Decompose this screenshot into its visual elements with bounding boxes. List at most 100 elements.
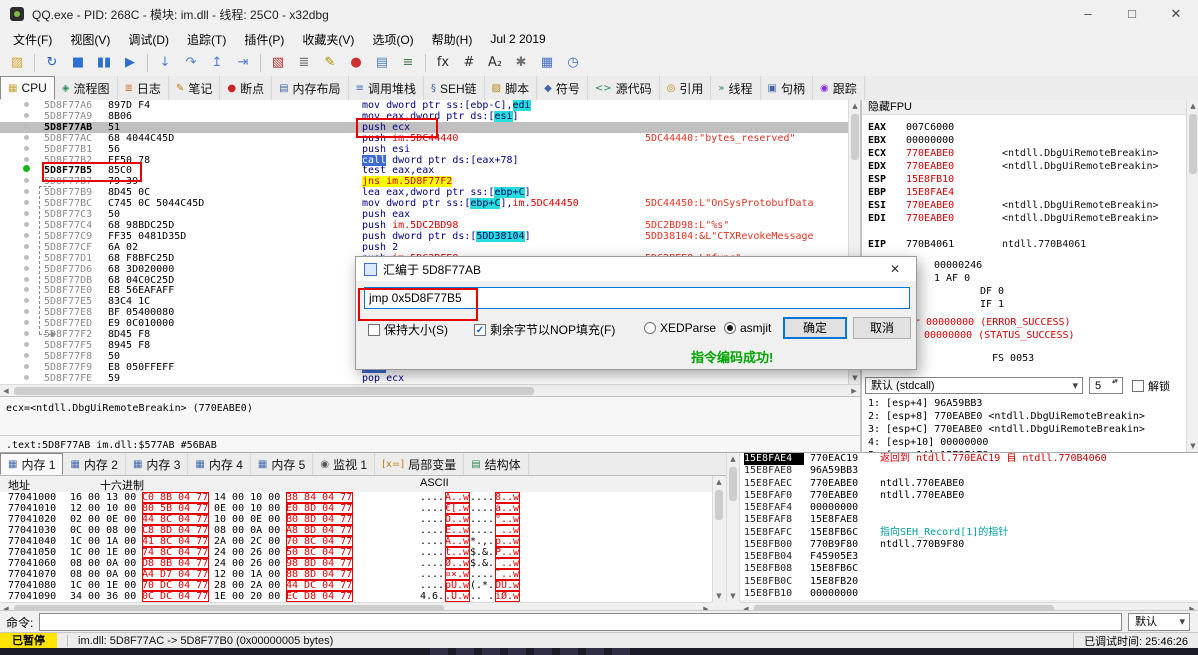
stack-row[interactable]: 15E8FAF0 770EABE0 ntdll.770EABE0	[740, 490, 1198, 502]
memory-map-icon[interactable]: ▤	[370, 52, 394, 74]
breakpoint-gutter[interactable]	[0, 318, 44, 329]
tab-handles[interactable]: ▣ 句柄	[761, 76, 813, 100]
breakpoint-gutter[interactable]	[0, 198, 44, 209]
scrollbar-thumb[interactable]	[715, 490, 723, 520]
tab-dump-4[interactable]: ▦ 内存 4	[188, 453, 251, 475]
call-stack-icon[interactable]: ≡	[396, 52, 420, 74]
stack-row[interactable]: 15E8FAE8 96A59BB3	[740, 465, 1198, 477]
step-into-icon[interactable]: ↓	[153, 52, 177, 74]
menu-item-2[interactable]: 调试(D)	[119, 29, 178, 50]
xedparse-radio-row[interactable]: XEDParse	[644, 321, 716, 335]
breakpoint-gutter[interactable]	[0, 220, 44, 231]
tab-dump-2[interactable]: ▦ 内存 2	[63, 453, 126, 475]
breakpoint-gutter[interactable]	[0, 165, 44, 176]
tab-threads[interactable]: » 线程	[711, 76, 761, 100]
close-button[interactable]: ✕	[1154, 0, 1198, 28]
register-row-edx[interactable]: EDX 770EABE0 <ntdll.DbgUiRemoteBreakin>	[868, 161, 1159, 172]
stack-row[interactable]: 15E8FB10 00000000	[740, 588, 1198, 600]
menu-item-3[interactable]: 追踪(T)	[178, 29, 235, 50]
disasm-row[interactable]: 5D8F77B7 79 39 jns im.5D8F77F2	[0, 176, 848, 188]
strings-icon[interactable]: A₂	[483, 52, 507, 74]
disasm-row[interactable]: 5D8F77CF 6A 02 push 2	[0, 242, 848, 253]
tab-graph[interactable]: ◈ 流程图	[55, 76, 118, 100]
calculator-icon[interactable]: fx	[431, 52, 455, 74]
breakpoint-gutter[interactable]	[0, 329, 44, 340]
scrollbar-thumb[interactable]	[851, 114, 859, 160]
scrollbar-thumb[interactable]	[1189, 114, 1197, 174]
breakpoint-gutter[interactable]	[0, 351, 44, 362]
cpu-window-icon[interactable]: ▦	[535, 52, 559, 74]
dump-row[interactable]: 77041080 1C 00 1E 00 70 DC 04 77 28 00 2A 0…	[0, 580, 712, 591]
asmjit-radio-row[interactable]: asmjit	[724, 321, 771, 335]
disasm-row[interactable]: 5D8F77C3 50 push eax	[0, 209, 848, 220]
scrollbar-thumb[interactable]	[729, 467, 737, 501]
log-icon[interactable]: ≣	[292, 52, 316, 74]
dump-row[interactable]: 77041010 12 00 10 00 80 5B 04 77 0E 00 10 0…	[0, 503, 712, 514]
disasm-row[interactable]: 5D8F77C4 68 98BDC25D push im.5DC2BD98 5DC2B…	[0, 220, 848, 231]
register-row-esp[interactable]: ESP 15E8FB10	[868, 174, 1002, 185]
dump-row[interactable]: 77041050 1C 00 1E 00 74 8C 04 77 24 00 26 0…	[0, 547, 712, 558]
dump-row[interactable]: 77041030 0C 00 08 00 C8 8D 04 77 08 00 0A 0…	[0, 525, 712, 536]
minimize-button[interactable]: –	[1066, 0, 1110, 28]
pause-icon[interactable]: ▮▮	[92, 52, 116, 74]
dump-row[interactable]: 77041040 1C 00 1A 00 41 8C 04 77 2A 00 2C 0…	[0, 536, 712, 547]
cancel-button[interactable]: 取消	[853, 317, 911, 339]
open-file-icon[interactable]: ▨	[5, 52, 29, 74]
register-row-ebp[interactable]: EBP 15E8FAE4	[868, 187, 1002, 198]
disasm-row[interactable]: 5D8F77B2 FF50 78 call dword ptr ds:[eax+78…	[0, 154, 848, 166]
disasm-row[interactable]: 5D8F77B1 56 push esi	[0, 144, 848, 155]
dialog-close-icon[interactable]: ✕	[882, 262, 908, 276]
breakpoint-gutter[interactable]	[0, 111, 44, 122]
tab-watch-1[interactable]: ◉ 监视 1	[313, 453, 376, 475]
stack-view[interactable]: 15E8FAE4 770EAC19 返回到 ntdll.770EAC19 自 ntd…	[740, 453, 1198, 600]
assemble-instruction-input[interactable]	[364, 287, 910, 309]
settings-icon[interactable]: ✱	[509, 52, 533, 74]
tab-references[interactable]: ◎ 引用	[660, 76, 712, 100]
tab-dump-3[interactable]: ▦ 内存 3	[126, 453, 189, 475]
asmjit-radio[interactable]	[724, 322, 736, 334]
scrollbar-thumb[interactable]	[14, 387, 534, 395]
stack-row[interactable]: 15E8FB0C 15E8FB20	[740, 576, 1198, 588]
breakpoint-gutter[interactable]	[0, 122, 44, 133]
register-row-ecx[interactable]: ECX 770EABE0 <ntdll.DbgUiRemoteBreakin>	[868, 148, 1159, 159]
dump-row[interactable]: 77041070 08 00 0A 00 A4 D7 04 77 12 00 1A 0…	[0, 569, 712, 580]
register-row-eax[interactable]: EAX 007C6000	[868, 122, 1002, 133]
argument-count-spinner[interactable]: 5	[1089, 377, 1123, 394]
unlock-checkbox-row[interactable]: 解锁	[1132, 378, 1170, 394]
tab-struct[interactable]: ▤ 结构体	[464, 453, 529, 475]
disasm-row[interactable]: 5D8F77A6 897D F4 mov dword ptr ss:[ebp-C],…	[0, 100, 848, 111]
menu-item-7[interactable]: 帮助(H)	[423, 29, 482, 50]
breakpoint-gutter[interactable]	[0, 133, 44, 144]
menu-item-0[interactable]: 文件(F)	[4, 29, 61, 50]
ok-button[interactable]: 确定	[783, 317, 847, 339]
dump-vertical-scrollbar[interactable]: ▲ ▼	[712, 476, 725, 602]
restart-icon[interactable]: ↻	[40, 52, 64, 74]
breakpoint-gutter[interactable]	[0, 155, 44, 166]
stack-row[interactable]: 15E8FB04 F45905E3	[740, 551, 1198, 563]
register-row-ebx[interactable]: EBX 00000000	[868, 135, 1002, 146]
dialog-title-bar[interactable]: 汇编于 5D8F77AB ✕	[356, 257, 916, 281]
breakpoint-gutter[interactable]	[0, 362, 44, 373]
maximize-button[interactable]: □	[1110, 0, 1154, 28]
comment-icon[interactable]: ✎	[318, 52, 342, 74]
stack-row[interactable]: 15E8FB00 770B9F80 ntdll.770B9F80	[740, 539, 1198, 551]
stop-debug-icon[interactable]: ■	[66, 52, 90, 74]
breakpoint-gutter[interactable]	[0, 307, 44, 318]
disasm-row[interactable]: 5D8F77FE 59 pop ecx	[0, 373, 848, 384]
registers-vertical-scrollbar[interactable]: ▲ ▼	[1186, 100, 1198, 452]
execute-till-return-icon[interactable]: ↥	[205, 52, 229, 74]
stack-vertical-scrollbar[interactable]: ▲ ▼	[726, 453, 740, 602]
tab-notes[interactable]: ✎ 笔记	[169, 76, 221, 100]
tab-locals[interactable]: [x=] 局部变量	[375, 453, 465, 475]
stack-row[interactable]: 15E8FAE4 770EAC19 返回到 ntdll.770EAC19 自 ntd…	[740, 453, 1198, 465]
keep-size-checkbox-row[interactable]: 保持大小(S)	[368, 321, 448, 338]
dump-row[interactable]: 77041090 34 00 36 00 0C DC 04 77 1E 00 20 0…	[0, 591, 712, 602]
breakpoint-gutter[interactable]	[0, 285, 44, 296]
breakpoint-gutter[interactable]	[0, 340, 44, 351]
breakpoints-icon[interactable]: ●	[344, 52, 368, 74]
breakpoint-gutter[interactable]	[0, 176, 44, 187]
hash-icon[interactable]: #	[457, 52, 481, 74]
breakpoint-gutter[interactable]	[0, 253, 44, 264]
disasm-row[interactable]: 5D8F77AC 68 4044C45D push im.5DC44440 5DC44…	[0, 133, 848, 144]
patches-icon[interactable]: ▧	[266, 52, 290, 74]
